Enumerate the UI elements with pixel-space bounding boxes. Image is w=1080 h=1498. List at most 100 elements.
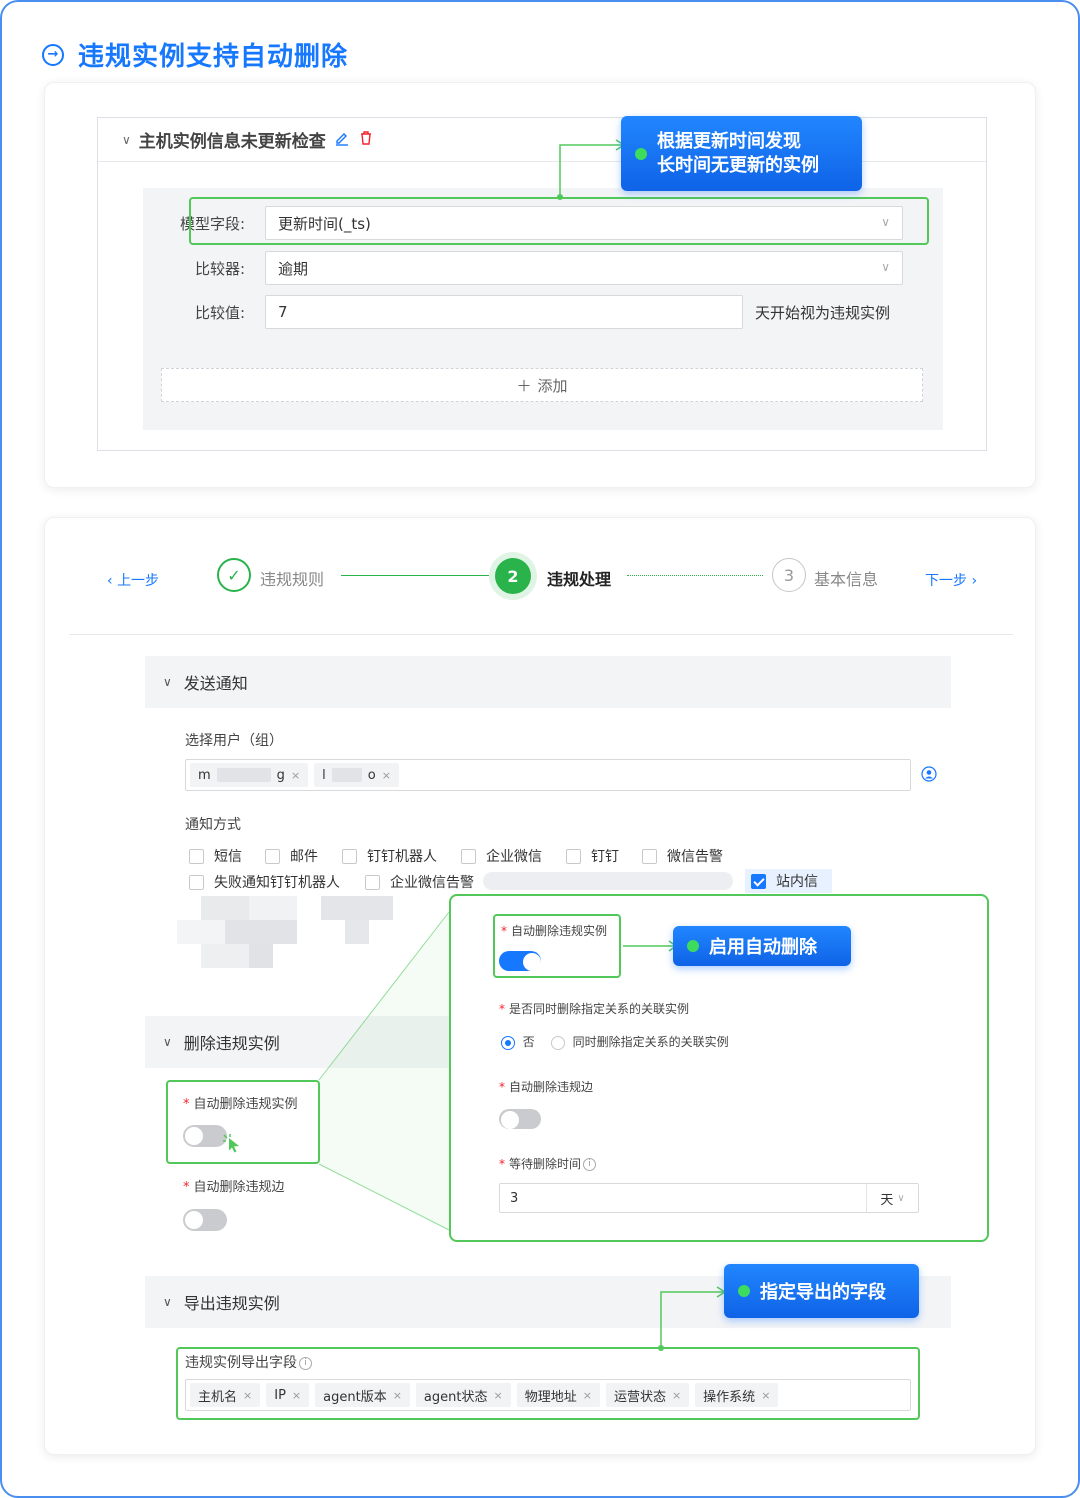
compare-value-input[interactable]: 7 bbox=[265, 295, 743, 329]
field-tag-label: 操作系统 bbox=[703, 1389, 756, 1405]
close-icon[interactable]: × bbox=[493, 1389, 502, 1402]
prev-step-label: 上一步 bbox=[117, 573, 160, 589]
checkbox-icon bbox=[566, 848, 581, 864]
close-icon[interactable]: × bbox=[291, 769, 300, 782]
section-notify[interactable]: ∨ 发送通知 bbox=[145, 656, 951, 708]
chevron-down-icon: ∨ bbox=[881, 260, 890, 274]
green-dot-icon bbox=[635, 147, 647, 160]
field-tag: 主机名 × bbox=[190, 1383, 261, 1407]
prev-step-button[interactable]: ‹ 上一步 bbox=[107, 570, 159, 590]
auto-delete-edge-label-text: 自动删除违规边 bbox=[193, 1180, 285, 1195]
chevron-down-icon: ∨ bbox=[897, 1192, 905, 1204]
radio-checked-icon bbox=[501, 1035, 515, 1050]
compare-value-suffix: 天开始视为违规实例 bbox=[755, 303, 891, 322]
radio-no-label: 否 bbox=[522, 1035, 535, 1049]
method-checkbox-sms[interactable]: 短信 bbox=[189, 846, 242, 866]
notify-section-title: 发送通知 bbox=[183, 674, 248, 693]
method-checkbox-dingbot[interactable]: 钉钉机器人 bbox=[342, 846, 437, 866]
method-label: 站内信 bbox=[776, 874, 818, 890]
arrow-right-circle-icon: → bbox=[42, 43, 64, 66]
next-step-label: 下一步 bbox=[925, 573, 967, 589]
user-tag: m g × bbox=[190, 763, 309, 787]
add-condition-button[interactable]: ＋ 添加 bbox=[161, 368, 923, 402]
close-icon[interactable]: × bbox=[393, 1389, 402, 1402]
trash-icon[interactable] bbox=[358, 130, 374, 150]
auto-delete-edge-toggle[interactable] bbox=[183, 1209, 227, 1231]
checkbox-icon bbox=[342, 848, 357, 864]
user-tag-prefix: l bbox=[322, 767, 326, 783]
user-select-icon[interactable] bbox=[921, 766, 937, 786]
method-checkbox-dingtalk[interactable]: 钉钉 bbox=[566, 846, 619, 866]
callout-export-text: 指定导出的字段 bbox=[760, 1282, 886, 1303]
export-fields-label: 违规实例导出字段 i bbox=[185, 1352, 312, 1372]
callout-enable-text: 启用自动删除 bbox=[709, 937, 817, 958]
next-step-button[interactable]: 下一步 › bbox=[925, 570, 977, 590]
panel-auto-delete-text: 自动删除违规实例 bbox=[511, 924, 608, 938]
wait-time-input[interactable]: 3 天 ∨ bbox=[499, 1183, 919, 1213]
auto-delete-edge-label: * 自动删除违规边 bbox=[183, 1180, 285, 1195]
plus-icon: ＋ bbox=[516, 376, 532, 395]
close-icon[interactable]: × bbox=[583, 1389, 592, 1402]
wait-unit-select[interactable]: 天 ∨ bbox=[866, 1184, 918, 1212]
field-tag: agent版本 × bbox=[315, 1383, 410, 1407]
close-icon[interactable]: × bbox=[243, 1389, 252, 1402]
green-dot-icon bbox=[687, 940, 699, 952]
users-select[interactable]: m g × l o × bbox=[185, 759, 911, 791]
green-dot-icon bbox=[738, 1285, 750, 1297]
field-tag: 操作系统 × bbox=[695, 1383, 779, 1407]
field-tag-label: 物理地址 bbox=[524, 1389, 577, 1405]
panel-auto-delete-toggle[interactable] bbox=[499, 951, 541, 971]
method-checkbox-email[interactable]: 邮件 bbox=[265, 846, 318, 866]
callout-export-fields: 指定导出的字段 bbox=[724, 1264, 919, 1318]
compare-value-label: 比较值: bbox=[194, 303, 245, 322]
method-label: 微信告警 bbox=[667, 849, 723, 865]
checkbox-checked-icon bbox=[751, 873, 766, 889]
export-fields-select[interactable]: 主机名 × IP × agent版本 × agent状态 × 物理地址 × 运营状态 × 操… bbox=[185, 1379, 911, 1411]
compare-value: 7 bbox=[278, 303, 288, 321]
user-tag-prefix: m bbox=[198, 767, 211, 783]
checkbox-icon bbox=[265, 848, 280, 864]
step-done-icon: ✓ bbox=[217, 558, 251, 592]
panel-edge-text: 自动删除违规边 bbox=[509, 1080, 594, 1094]
method-checkbox-wecom[interactable]: 企业微信 bbox=[461, 846, 542, 866]
close-icon[interactable]: × bbox=[382, 769, 391, 782]
field-tag: 运营状态 × bbox=[605, 1383, 690, 1407]
connector-line bbox=[623, 940, 678, 952]
step-connector-done bbox=[341, 575, 489, 576]
export-section-title: 导出违规实例 bbox=[183, 1294, 280, 1313]
method-label: 短信 bbox=[214, 849, 242, 865]
field-tag: 物理地址 × bbox=[516, 1383, 600, 1407]
auto-delete-label-text: 自动删除违规实例 bbox=[193, 1097, 298, 1112]
method-label: 邮件 bbox=[290, 849, 318, 865]
checkbox-icon bbox=[189, 874, 204, 890]
redacted-block bbox=[331, 768, 362, 782]
chevron-down-icon: ∨ bbox=[163, 1035, 172, 1049]
close-icon[interactable]: × bbox=[672, 1389, 681, 1402]
edit-icon[interactable] bbox=[334, 130, 350, 150]
export-fields-text: 违规实例导出字段 bbox=[185, 1355, 297, 1371]
method-checkbox-wecom-alert[interactable]: 企业微信告警 bbox=[365, 872, 474, 892]
wait-time-label: * 等待删除时间 i bbox=[499, 1155, 597, 1172]
chevron-down-icon[interactable]: ∨ bbox=[122, 133, 131, 147]
close-icon[interactable]: × bbox=[761, 1389, 770, 1402]
field-row-value: 比较值: 7 天开始视为违规实例 bbox=[143, 294, 890, 330]
step-connector-todo bbox=[627, 575, 763, 576]
method-checkbox-fail-dingbot[interactable]: 失败通知钉钉机器人 bbox=[189, 872, 340, 892]
comparator-select[interactable]: 逾期 ∨ bbox=[265, 251, 903, 285]
step-2-mark: 2 bbox=[507, 566, 519, 586]
field-tag-label: 主机名 bbox=[198, 1389, 238, 1405]
step-1-label: 违规规则 bbox=[260, 570, 325, 589]
close-icon[interactable]: × bbox=[292, 1389, 301, 1402]
panel-edge-toggle[interactable] bbox=[499, 1109, 541, 1129]
chevron-down-icon: ∨ bbox=[163, 675, 172, 689]
steps-bar: ‹ 上一步 ✓ 违规规则 2 违规处理 3 基本信息 下一步 › bbox=[105, 556, 985, 600]
field-tag-label: agent版本 bbox=[323, 1389, 387, 1405]
info-icon: i bbox=[299, 1356, 312, 1370]
cursor-click-icon bbox=[221, 1132, 243, 1158]
radio-yes[interactable]: 同时删除指定关系的关联实例 bbox=[551, 1033, 729, 1050]
radio-no[interactable]: 否 bbox=[501, 1033, 535, 1050]
step-active-icon: 2 bbox=[495, 558, 531, 594]
method-checkbox-inbox[interactable]: 站内信 bbox=[745, 869, 832, 893]
auto-delete-zoom-panel: * 自动删除违规实例 启用自动删除 * 是否同时删除指定关系的关联实例 否 同时删除… bbox=[449, 894, 989, 1242]
method-checkbox-wechat-alert[interactable]: 微信告警 bbox=[642, 846, 723, 866]
